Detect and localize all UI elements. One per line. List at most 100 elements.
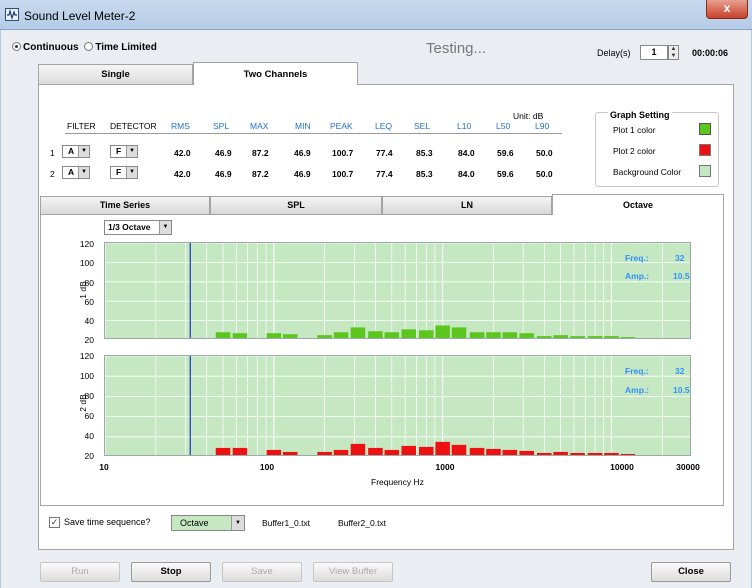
header-rms: RMS	[171, 121, 190, 131]
background-color-swatch[interactable]	[699, 165, 711, 177]
plot1-freq-value: 32	[675, 253, 685, 263]
chart-bar	[655, 455, 670, 456]
header-sel: SEL	[414, 121, 431, 131]
save-button[interactable]: Save	[222, 562, 302, 582]
delay-spinner[interactable]: ▲ ▼	[668, 45, 679, 60]
octave-select-value: 1/3 Octave	[108, 222, 151, 232]
save-sequence-label: Save time sequence?	[64, 517, 151, 527]
detector-dropdown-1[interactable]: F ▼	[110, 145, 138, 158]
tab-spl[interactable]: SPL	[210, 196, 382, 214]
row1-l10: 84.0	[458, 148, 475, 158]
chevron-down-icon: ▼	[126, 146, 137, 157]
chart-bar	[604, 336, 619, 338]
chevron-down-icon: ▼	[126, 167, 137, 178]
row2-spl: 46.9	[215, 169, 232, 179]
y-tick: 40	[84, 431, 94, 441]
chart-bar	[132, 455, 147, 456]
row1-peak: 100.7	[332, 148, 354, 158]
tab-ln[interactable]: LN	[382, 196, 552, 214]
plot2-freq-label: Freq.:	[625, 366, 649, 376]
chart-bar	[502, 449, 518, 455]
chart-bar	[368, 447, 383, 455]
header-min: MIN	[295, 121, 311, 131]
row2-l90: 50.0	[536, 169, 553, 179]
plot1-color-swatch[interactable]	[699, 123, 711, 135]
plot2-y-label: 2 dB	[77, 394, 88, 412]
time-limited-label: Time Limited	[95, 42, 157, 53]
filter-dropdown-2[interactable]: A ▼	[62, 166, 90, 179]
header-filter: FILTER	[67, 121, 96, 131]
plot2-color-swatch[interactable]	[699, 144, 711, 156]
chart-bar	[537, 336, 552, 338]
x-tick: 100	[259, 462, 275, 472]
stop-button[interactable]: Stop	[131, 562, 211, 582]
detector-dropdown-2[interactable]: F ▼	[110, 166, 138, 179]
graph-setting-title: Graph Setting	[608, 110, 672, 120]
chart-bar	[620, 453, 636, 455]
chart-bar	[435, 325, 450, 338]
chevron-down-icon: ▼	[78, 146, 89, 157]
status-text: Testing...	[426, 40, 487, 57]
window-close-button[interactable]: x	[706, 0, 748, 19]
plot2-amp-label: Amp.:	[625, 385, 650, 395]
tab-single[interactable]: Single	[38, 64, 193, 84]
chart-bar	[519, 450, 535, 455]
unit-label: Unit: dB	[513, 111, 544, 121]
plot1-freq-label: Freq.:	[625, 253, 649, 263]
header-l90: L90	[535, 121, 550, 131]
save-sequence-checkbox[interactable]: ✓	[49, 517, 60, 528]
row1-leq: 77.4	[376, 148, 393, 158]
chart-bar	[165, 455, 180, 456]
filter-dropdown-1[interactable]: A ▼	[62, 145, 90, 158]
delay-input[interactable]: 1	[640, 45, 668, 60]
chart-bar	[537, 452, 552, 455]
y-tick: 60	[84, 411, 94, 421]
chart-bar	[401, 445, 417, 455]
plot1-area[interactable]	[104, 242, 691, 339]
header-max: MAX	[250, 121, 269, 131]
row2-max: 87.2	[252, 169, 269, 179]
x-tick: 30000	[676, 462, 700, 472]
chart-bar	[368, 331, 383, 338]
buffer2-file: Buffer2_0.txt	[338, 518, 387, 528]
header-leq: LEQ	[375, 121, 393, 131]
header-l50: L50	[496, 121, 511, 131]
chart-bar	[502, 332, 518, 338]
row2-sel: 85.3	[416, 169, 433, 179]
row2-l10: 84.0	[458, 169, 475, 179]
row1-rms: 42.0	[174, 148, 191, 158]
chart-bar	[553, 335, 568, 338]
chart-bar	[570, 336, 585, 338]
chart-bar	[350, 443, 366, 455]
tab-octave[interactable]: Octave	[552, 194, 724, 215]
row2-peak: 100.7	[332, 169, 354, 179]
chart-bar	[250, 455, 265, 456]
y-tick: 40	[84, 316, 94, 326]
time-limited-radio[interactable]	[84, 42, 94, 51]
header-detector: DETECTOR	[110, 121, 157, 131]
buffer-type-select[interactable]: Octave ▼	[171, 515, 245, 531]
detector-value: F	[116, 146, 122, 156]
row1-sel: 85.3	[416, 148, 433, 158]
row2-l50: 59.6	[497, 169, 514, 179]
plot1-color-label: Plot 1 color	[613, 125, 656, 135]
chart-bar	[604, 452, 619, 455]
chart-bar	[570, 452, 585, 455]
run-button[interactable]: Run	[40, 562, 120, 582]
header-spl: SPL	[213, 121, 230, 131]
chart-bar	[451, 327, 467, 338]
chart-bar	[587, 452, 603, 455]
continuous-radio[interactable]	[12, 42, 21, 51]
tab-two-channels[interactable]: Two Channels	[193, 62, 358, 85]
chart-bar	[519, 333, 535, 338]
octave-select[interactable]: 1/3 Octave ▼	[104, 220, 172, 235]
plot2-area[interactable]	[104, 355, 691, 456]
chart-bar	[451, 444, 467, 455]
tab-time-series[interactable]: Time Series	[40, 196, 210, 214]
view-buffer-button[interactable]: View Buffer	[313, 562, 393, 582]
chart-bar	[553, 451, 568, 455]
row1-l90: 50.0	[536, 148, 553, 158]
close-button[interactable]: Close	[651, 562, 731, 582]
chart-bar	[282, 334, 298, 338]
header-peak: PEAK	[330, 121, 353, 131]
